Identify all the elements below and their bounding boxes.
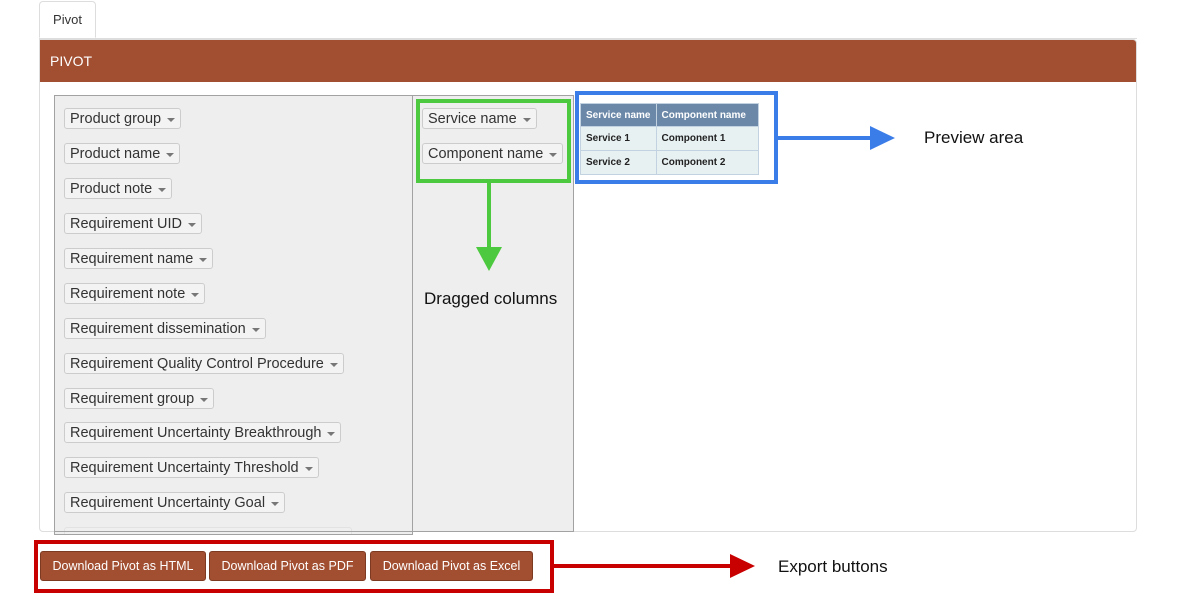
annotation-export-label: Export buttons [778, 557, 888, 576]
arrow-dragged-head [476, 247, 502, 271]
annotation-preview-label: Preview area [924, 128, 1024, 147]
arrow-export-head [730, 554, 755, 578]
arrow-preview-head [870, 126, 895, 150]
annotation-arrows [476, 126, 895, 578]
tab-pivot[interactable]: Pivot [39, 1, 96, 38]
annotation-dragged-label: Dragged columns [424, 289, 558, 308]
